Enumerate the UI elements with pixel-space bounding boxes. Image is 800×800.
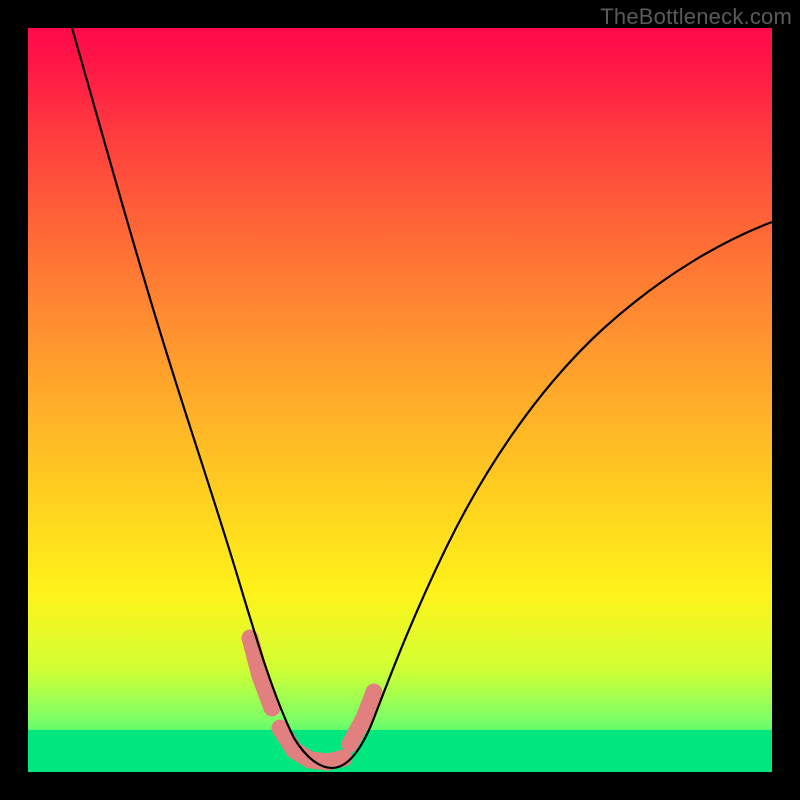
watermark-text: TheBottleneck.com — [600, 4, 792, 30]
valley-marker — [280, 728, 344, 762]
chart-frame — [28, 28, 772, 772]
right-ascent-marker — [350, 692, 374, 744]
bottleneck-curve — [72, 28, 772, 768]
curve-svg — [28, 28, 772, 772]
